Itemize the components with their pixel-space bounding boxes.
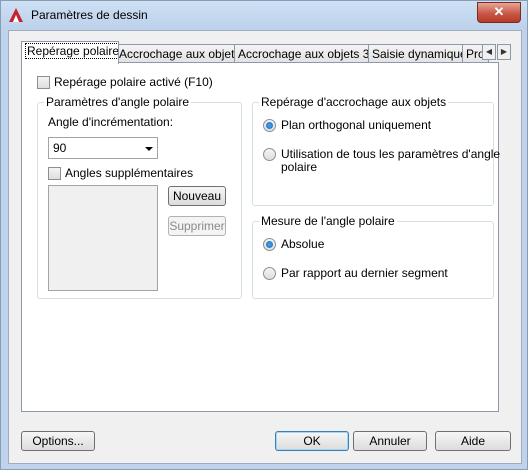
all-polar-settings-radio[interactable] [263, 148, 276, 161]
delete-angle-button[interactable]: Supprimer [168, 216, 226, 236]
additional-angles-list[interactable] [48, 185, 158, 291]
increment-angle-select[interactable]: 90 [48, 137, 158, 159]
tab-3d-object-snap[interactable]: Accrochage aux objets 3D [234, 44, 372, 63]
options-button[interactable]: Options... [21, 431, 95, 451]
additional-angles-label: Angles supplémentaires [65, 166, 194, 180]
dialog-window: Paramètres de dessin ✕ Repérage polaire … [0, 0, 528, 470]
dialog-client: Repérage polaire Accrochage aux objets A… [8, 30, 522, 464]
orthogonal-only-radio[interactable] [263, 119, 276, 132]
polar-enable-label: Repérage polaire activé (F10) [54, 75, 213, 89]
snap-tracking-title: Repérage d'accrochage aux objets [259, 95, 449, 109]
all-polar-settings-label-2: polaire [281, 160, 318, 174]
all-polar-settings-label-1: Utilisation de tous les paramètres d'ang… [281, 147, 501, 161]
chevron-down-icon [145, 147, 153, 151]
autocad-logo-icon [9, 8, 23, 22]
increment-angle-label: Angle d'incrémentation: [48, 115, 174, 129]
new-angle-button[interactable]: Nouveau [168, 186, 226, 206]
title-bar[interactable]: Paramètres de dessin ✕ [1, 1, 527, 29]
ok-button[interactable]: OK [275, 431, 349, 451]
tab-scroll-right-icon[interactable]: ▶ [497, 44, 511, 60]
cancel-button[interactable]: Annuler [353, 431, 427, 451]
angle-measure-group: Mesure de l'angle polaire Absolue Par ra… [252, 214, 494, 299]
polar-enable-checkbox[interactable] [37, 76, 50, 89]
absolute-label: Absolue [281, 237, 325, 251]
orthogonal-only-label: Plan orthogonal uniquement [281, 118, 432, 132]
absolute-radio[interactable] [263, 238, 276, 251]
snap-tracking-group: Repérage d'accrochage aux objets Plan or… [252, 95, 500, 206]
angle-settings-title: Paramètres d'angle polaire [44, 95, 192, 109]
additional-angles-checkbox[interactable] [48, 167, 61, 180]
angle-settings-group: Paramètres d'angle polaire Angle d'incré… [37, 95, 242, 299]
relative-last-segment-radio[interactable] [263, 267, 276, 280]
tab-scroll-left-icon[interactable]: ◀ [482, 44, 496, 60]
angle-measure-title: Mesure de l'angle polaire [259, 214, 397, 228]
tab-label: Repérage polaire [25, 43, 118, 59]
increment-angle-value: 90 [53, 141, 67, 155]
close-icon: ✕ [493, 4, 505, 19]
relative-last-segment-label: Par rapport au dernier segment [281, 266, 448, 280]
tab-object-snap[interactable]: Accrochage aux objets [115, 44, 238, 63]
tab-polar-tracking[interactable]: Repérage polaire [21, 41, 119, 64]
help-button[interactable]: Aide [435, 431, 511, 451]
close-button[interactable]: ✕ [477, 2, 521, 23]
window-title: Paramètres de dessin [31, 8, 148, 22]
tab-dynamic-input[interactable]: Saisie dynamique [368, 44, 466, 63]
polar-tracking-panel: Repérage polaire activé (F10) Paramètres… [21, 62, 500, 412]
